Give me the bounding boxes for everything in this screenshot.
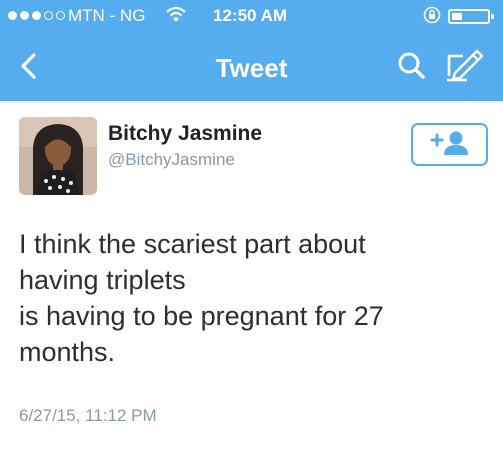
top-bar: MTN - NG 12:50 AM Tweet xyxy=(0,0,503,101)
add-user-icon xyxy=(430,131,468,155)
signal-strength xyxy=(8,11,65,20)
signal-dot xyxy=(20,11,29,20)
battery-level xyxy=(452,13,462,20)
battery-icon xyxy=(448,9,494,24)
signal-dot xyxy=(56,11,65,20)
status-time: 12:50 AM xyxy=(213,6,288,25)
user-handle[interactable]: @BitchyJasmine xyxy=(108,150,235,170)
tweet-text: I think the scariest part about having t… xyxy=(19,229,384,367)
search-icon[interactable] xyxy=(392,46,432,86)
status-bar: MTN - NG 12:50 AM xyxy=(0,0,503,34)
rotation-lock-icon xyxy=(422,5,442,30)
compose-icon[interactable] xyxy=(441,46,487,86)
wifi-icon xyxy=(165,5,187,30)
signal-dot xyxy=(8,11,17,20)
signal-dot xyxy=(44,11,53,20)
signal-dot xyxy=(32,11,41,20)
nav-bar: Tweet xyxy=(0,34,503,101)
tweet-timestamp: 6/27/15, 11:12 PM xyxy=(19,406,157,425)
follow-button[interactable] xyxy=(411,123,488,166)
avatar[interactable] xyxy=(19,117,97,195)
carrier-name: MTN - NG xyxy=(68,6,146,25)
display-name[interactable]: Bitchy Jasmine xyxy=(108,122,262,146)
